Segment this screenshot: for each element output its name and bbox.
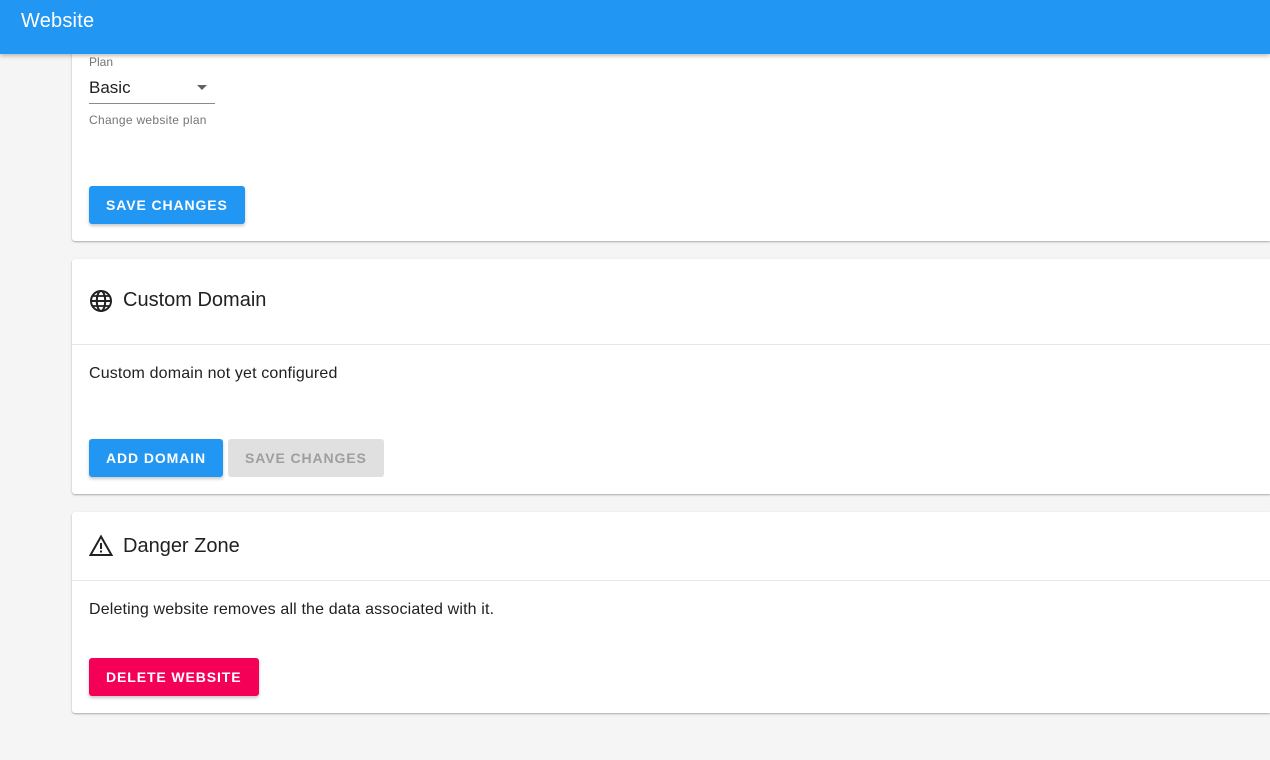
custom-domain-card: Custom Domain Custom domain not yet conf… — [72, 259, 1270, 494]
globe-icon — [90, 290, 112, 312]
app-title: Website — [21, 10, 95, 32]
plan-hint: Change website plan — [89, 113, 207, 127]
plan-select[interactable]: Basic — [89, 75, 215, 104]
warning-icon — [89, 534, 113, 556]
app-bar: Website — [0, 0, 1270, 54]
danger-zone-card: Danger Zone Deleting website removes all… — [72, 512, 1270, 713]
plan-select-value: Basic — [89, 78, 131, 97]
save-domain-button[interactable]: SAVE CHANGES — [228, 439, 384, 477]
plan-field-label: Plan — [89, 55, 114, 69]
danger-zone-description: Deleting website removes all the data as… — [89, 601, 495, 618]
custom-domain-header: Custom Domain — [72, 259, 1270, 345]
danger-zone-header: Danger Zone — [72, 512, 1270, 581]
delete-website-button[interactable]: DELETE WEBSITE — [89, 658, 259, 696]
dropdown-arrow-icon — [197, 85, 207, 90]
add-domain-button[interactable]: ADD DOMAIN — [89, 439, 223, 477]
custom-domain-title: Custom Domain — [123, 289, 267, 311]
custom-domain-status: Custom domain not yet configured — [89, 365, 338, 382]
save-plan-button[interactable]: SAVE CHANGES — [89, 186, 245, 224]
danger-zone-title: Danger Zone — [123, 535, 240, 557]
